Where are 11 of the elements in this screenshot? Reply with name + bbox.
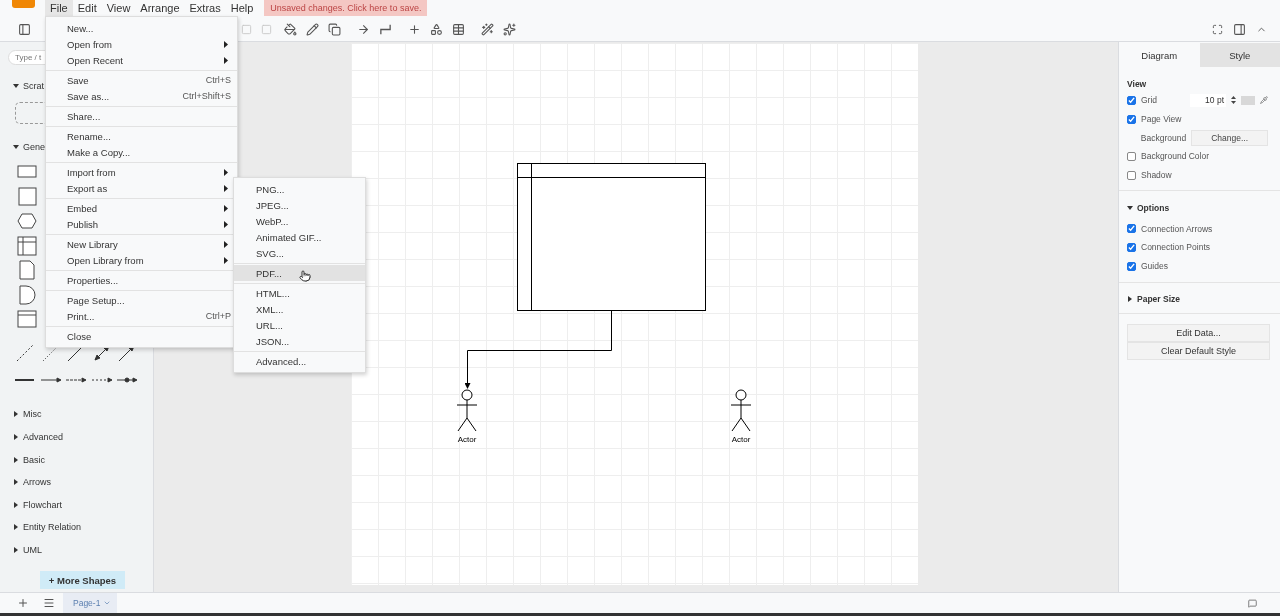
actor-label: Actor — [457, 435, 477, 444]
actor-label: Actor — [731, 435, 751, 444]
option-label: Page View — [1141, 114, 1182, 125]
option-label: Guides — [1141, 261, 1168, 272]
option-label: Background — [1140, 132, 1187, 143]
option-label: Shadow — [1141, 170, 1172, 181]
option-label: Connection Points — [1141, 242, 1210, 253]
option-label: Background Color — [1141, 151, 1210, 162]
option-label: Grid — [1141, 95, 1158, 106]
section-title: View — [1127, 77, 1148, 91]
option-label: Connection Arrows — [1141, 223, 1213, 234]
